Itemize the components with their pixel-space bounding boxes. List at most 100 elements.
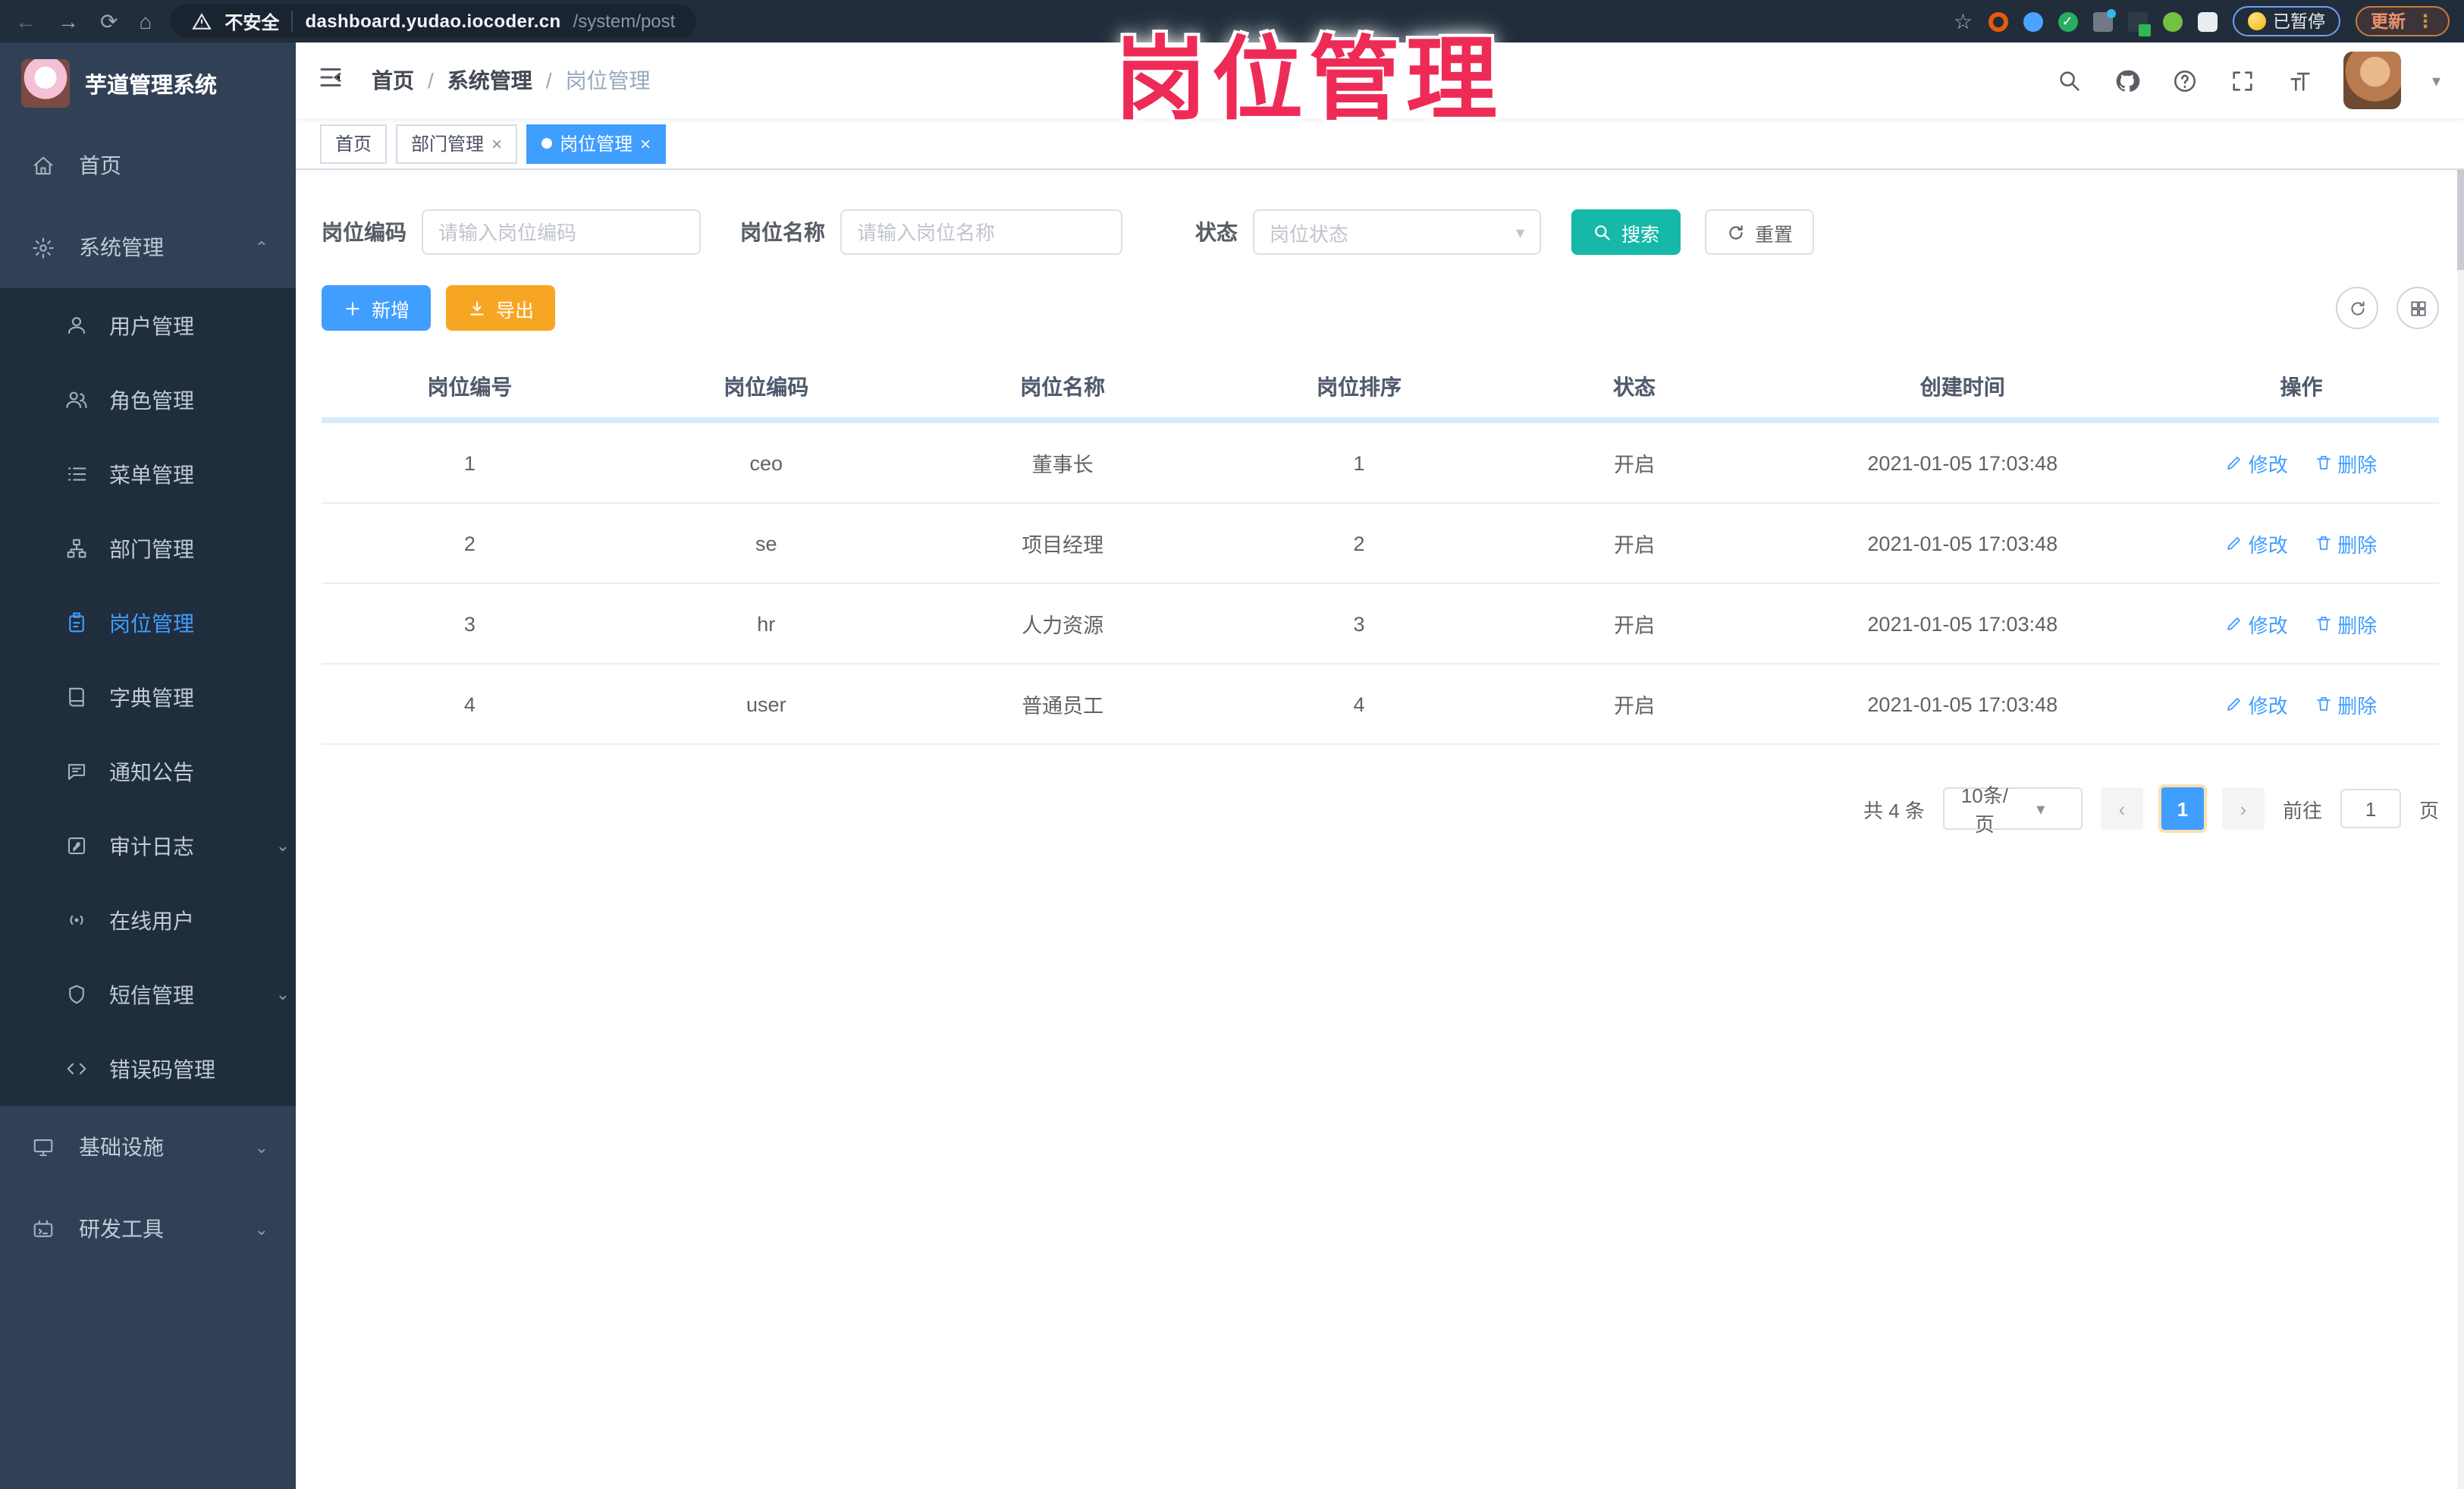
paused-badge[interactable]: 已暂停 bbox=[2232, 6, 2340, 36]
github-icon[interactable] bbox=[2114, 67, 2141, 94]
help-icon[interactable] bbox=[2171, 67, 2199, 94]
sidebar-submenu-system: 用户管理 角色管理 菜单管理 部门管理 岗位管理 字典管理 通知公告 审计日志 … bbox=[0, 288, 296, 1106]
edit-link[interactable]: 修改 bbox=[2226, 529, 2288, 558]
extension-puzzle-icon[interactable] bbox=[2197, 11, 2217, 31]
page-content: 岗位编码 岗位名称 状态 岗位状态 ▾ 搜索 重置 bbox=[296, 170, 2464, 1489]
post-code-input[interactable] bbox=[422, 209, 701, 255]
delete-link[interactable]: 删除 bbox=[2315, 609, 2377, 638]
sidebar-item-notice[interactable]: 通知公告 bbox=[0, 734, 296, 809]
add-button[interactable]: 新增 bbox=[322, 285, 432, 331]
online-users-icon bbox=[64, 908, 88, 932]
extension-gray-icon[interactable] bbox=[2092, 8, 2115, 31]
edit-link[interactable]: 修改 bbox=[2226, 690, 2288, 718]
browser-forward-icon[interactable]: → bbox=[58, 9, 79, 33]
sidebar-item-menu-mgmt[interactable]: 菜单管理 bbox=[0, 437, 296, 511]
goto-page-input[interactable] bbox=[2340, 789, 2401, 828]
tab-dept-mgmt[interactable]: 部门管理 × bbox=[396, 124, 518, 163]
export-button[interactable]: 导出 bbox=[446, 285, 556, 331]
tab-close-icon[interactable]: × bbox=[640, 133, 651, 154]
extension-blue-drop-icon[interactable] bbox=[2023, 11, 2042, 31]
prev-page-button[interactable]: ‹ bbox=[2100, 787, 2143, 830]
sidebar-item-label: 岗位管理 bbox=[109, 611, 194, 635]
fullscreen-icon[interactable] bbox=[2229, 67, 2256, 94]
notice-bubble-icon bbox=[64, 759, 88, 784]
sidebar-item-label: 字典管理 bbox=[109, 685, 194, 709]
search-icon bbox=[1595, 225, 1610, 240]
export-button-label: 导出 bbox=[496, 300, 535, 321]
sidebar-item-sms-mgmt[interactable]: 短信管理 ⌄ bbox=[0, 957, 296, 1032]
select-chevron-down-icon: ▾ bbox=[1515, 224, 1524, 242]
sidebar-item-home[interactable]: 首页 bbox=[0, 124, 296, 206]
extension-leaf-icon[interactable] bbox=[2162, 11, 2182, 31]
sidebar: 芋道管理系统 首页 系统管理 ⌃ 用户管理 角色管理 菜单管理 部门管理 岗位管… bbox=[0, 42, 296, 1489]
search-button[interactable]: 搜索 bbox=[1571, 209, 1681, 255]
current-page-button[interactable]: 1 bbox=[2161, 787, 2204, 830]
update-button[interactable]: 更新 ⋮ bbox=[2356, 6, 2450, 36]
edit-link[interactable]: 修改 bbox=[2226, 448, 2288, 477]
url-path[interactable]: /system/post bbox=[573, 11, 676, 32]
cell-created-time: 2021-01-05 17:03:48 bbox=[1761, 503, 2164, 584]
table-row: 4 user 普通员工 4 开启 2021-01-05 17:03:48 修改 … bbox=[322, 664, 2439, 745]
delete-link[interactable]: 删除 bbox=[2315, 529, 2377, 558]
page-size-select[interactable]: 10条/页 ▾ bbox=[1942, 784, 2083, 836]
font-size-icon[interactable] bbox=[2287, 67, 2314, 94]
extension-gtm-icon[interactable] bbox=[2127, 11, 2150, 36]
cell-operations: 修改 删除 bbox=[2164, 420, 2439, 504]
sidebar-item-error-code-mgmt[interactable]: 错误码管理 bbox=[0, 1032, 296, 1106]
sidebar-item-post-mgmt[interactable]: 岗位管理 bbox=[0, 586, 296, 660]
sidebar-item-label: 系统管理 bbox=[79, 235, 164, 259]
tab-label: 部门管理 bbox=[411, 134, 485, 155]
trash-icon bbox=[2317, 617, 2331, 630]
sidebar-item-role-mgmt[interactable]: 角色管理 bbox=[0, 363, 296, 437]
pencil-icon bbox=[2227, 457, 2241, 470]
extension-green-check-icon[interactable]: ✓ bbox=[2058, 11, 2077, 31]
cell-created-time: 2021-01-05 17:03:48 bbox=[1761, 420, 2164, 504]
browser-back-icon[interactable]: ← bbox=[15, 9, 36, 33]
sidebar-item-label: 基础设施 bbox=[79, 1135, 164, 1159]
sidebar-collapse-icon[interactable] bbox=[317, 63, 344, 98]
breadcrumb-home[interactable]: 首页 bbox=[372, 65, 414, 96]
kebab-menu-icon[interactable]: ⋮ bbox=[2416, 11, 2434, 32]
security-label[interactable]: 不安全 bbox=[224, 8, 279, 34]
column-settings-button[interactable] bbox=[2397, 287, 2439, 329]
sidebar-item-dict-mgmt[interactable]: 字典管理 bbox=[0, 660, 296, 734]
post-code-label: 岗位编码 bbox=[322, 220, 406, 244]
edit-link[interactable]: 修改 bbox=[2226, 609, 2288, 638]
chevron-down-icon: ⌄ bbox=[254, 1220, 268, 1239]
next-page-button[interactable]: › bbox=[2221, 787, 2265, 830]
column-header: 岗位编码 bbox=[617, 355, 915, 423]
url-host[interactable]: dashboard.yudao.iocoder.cn bbox=[305, 11, 560, 32]
sidebar-item-label: 菜单管理 bbox=[109, 462, 194, 486]
refresh-table-button[interactable] bbox=[2336, 287, 2378, 329]
app-logo-row[interactable]: 芋道管理系统 bbox=[0, 42, 296, 124]
tab-post-mgmt[interactable]: 岗位管理 × bbox=[526, 124, 667, 163]
sidebar-item-audit-log[interactable]: 审计日志 ⌄ bbox=[0, 809, 296, 883]
browser-home-icon[interactable]: ⌂ bbox=[139, 9, 152, 33]
chevron-down-icon: ⌄ bbox=[254, 1139, 268, 1157]
tab-close-icon[interactable]: × bbox=[491, 133, 502, 154]
status-select[interactable]: 岗位状态 ▾ bbox=[1253, 209, 1541, 255]
filter-form: 岗位编码 岗位名称 状态 岗位状态 ▾ 搜索 重置 bbox=[322, 209, 2439, 255]
breadcrumb-system[interactable]: 系统管理 bbox=[447, 65, 532, 96]
browser-reload-icon[interactable]: ⟳ bbox=[100, 8, 118, 34]
tab-home[interactable]: 首页 bbox=[320, 124, 388, 163]
sidebar-item-dept-mgmt[interactable]: 部门管理 bbox=[0, 511, 296, 586]
sidebar-item-online-users[interactable]: 在线用户 bbox=[0, 883, 296, 957]
user-avatar[interactable] bbox=[2343, 52, 2402, 109]
extension-orange-ring-icon[interactable] bbox=[1988, 11, 2007, 31]
reset-button[interactable]: 重置 bbox=[1705, 209, 1815, 255]
active-tab-dot bbox=[541, 138, 553, 149]
post-name-input[interactable] bbox=[840, 209, 1122, 255]
sidebar-item-user-mgmt[interactable]: 用户管理 bbox=[0, 288, 296, 363]
delete-link[interactable]: 删除 bbox=[2315, 448, 2377, 477]
address-bar[interactable]: 不安全 dashboard.yudao.iocoder.cn/system/po… bbox=[170, 5, 697, 38]
cell-post-name: 董事长 bbox=[914, 420, 1211, 504]
cell-status: 开启 bbox=[1507, 664, 1762, 745]
bookmark-star-icon[interactable]: ☆ bbox=[1954, 8, 1973, 34]
delete-link[interactable]: 删除 bbox=[2315, 690, 2377, 718]
sidebar-group-devtools[interactable]: 研发工具 ⌄ bbox=[0, 1188, 296, 1270]
avatar-caret-down-icon[interactable]: ▾ bbox=[2432, 71, 2440, 90]
sidebar-group-infra[interactable]: 基础设施 ⌄ bbox=[0, 1106, 296, 1188]
search-icon[interactable] bbox=[2056, 67, 2083, 94]
sidebar-group-system[interactable]: 系统管理 ⌃ bbox=[0, 206, 296, 288]
